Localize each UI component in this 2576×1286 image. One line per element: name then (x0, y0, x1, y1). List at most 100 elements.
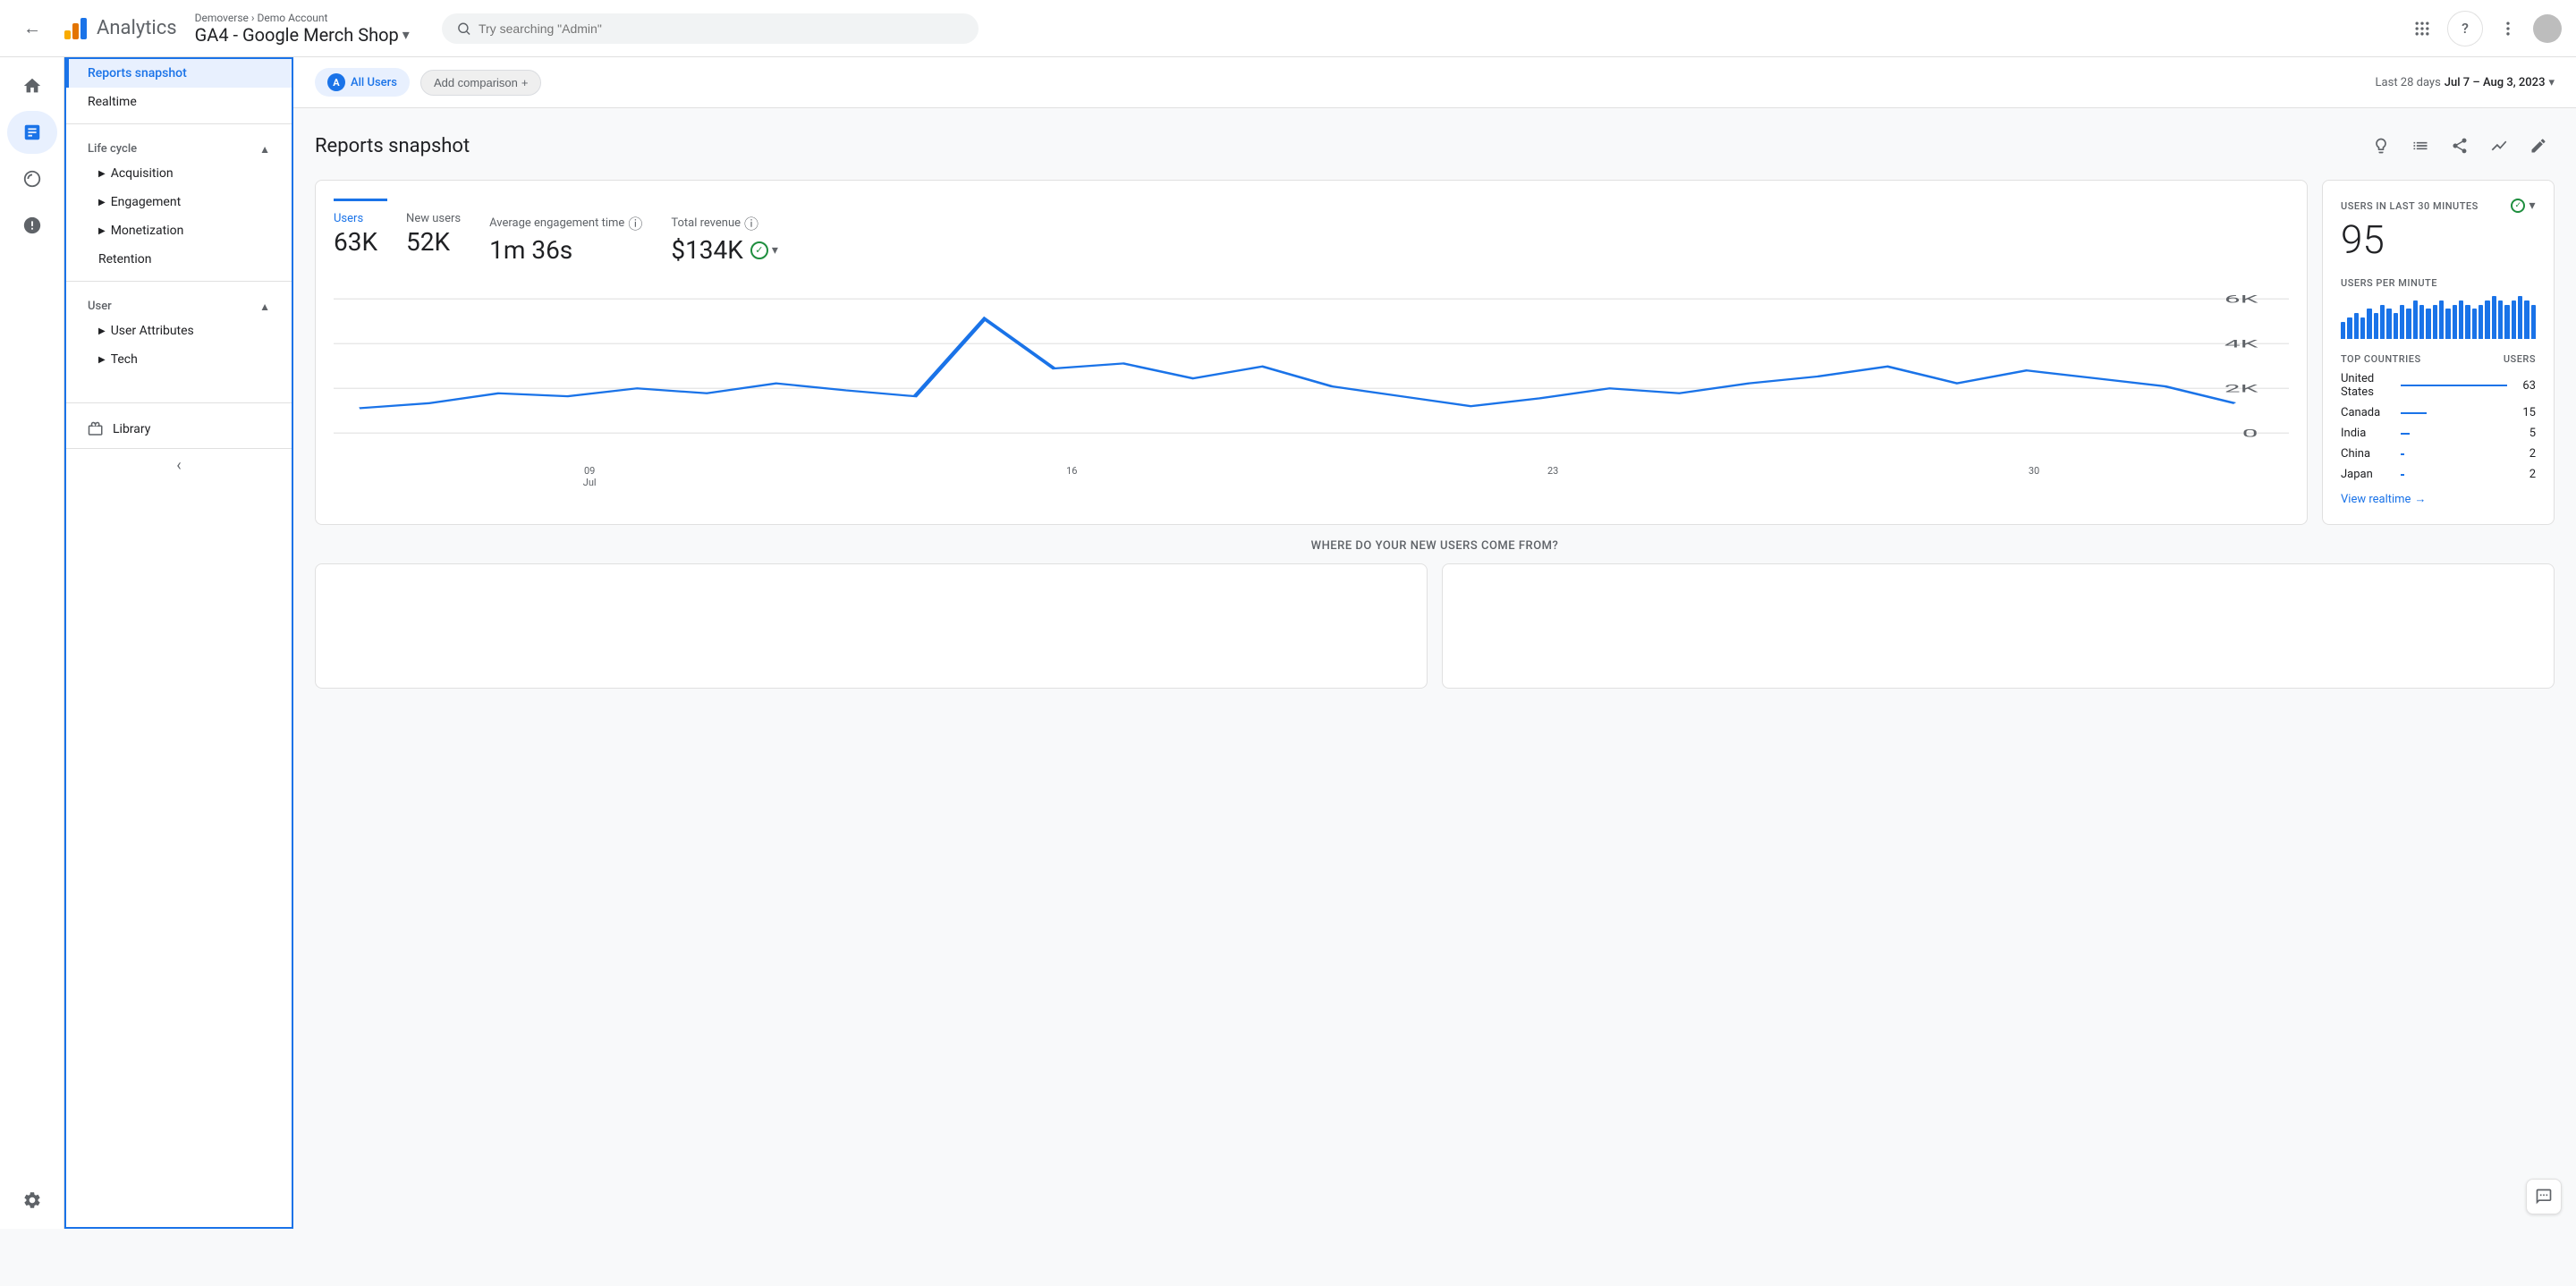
mini-bar-item (2465, 305, 2470, 339)
sidebar-section-lifecycle[interactable]: Life cycle ▲ (66, 131, 292, 159)
avatar[interactable] (2533, 14, 2562, 43)
country-bar (2401, 385, 2507, 386)
mini-bars (2341, 296, 2536, 339)
main-metrics-card: Users 63K New users 52K Average engageme… (315, 180, 2308, 525)
country-name: United States (2341, 372, 2394, 399)
rail-settings[interactable] (7, 1179, 57, 1222)
sidebar-item-tech[interactable]: ▶ Tech (66, 345, 292, 374)
share-button[interactable] (2444, 130, 2476, 162)
mini-bar-item (2512, 300, 2516, 339)
date-range-selector[interactable]: Last 28 days Jul 7 – Aug 3, 2023 ▾ (2376, 76, 2555, 89)
mini-bar-item (2479, 305, 2483, 339)
page-title: Reports snapshot (315, 135, 470, 157)
help-button[interactable]: ? (2447, 11, 2483, 47)
main-content: A All Users Add comparison + Last 28 day… (293, 57, 2576, 1229)
country-row: Canada 15 (2341, 406, 2536, 419)
acquisition-expand-icon: ▶ (98, 169, 106, 179)
mini-bar-item (2485, 300, 2489, 339)
realtime-check-icon: ✓ (2511, 199, 2525, 213)
chart-x-label-23: 23 (1547, 465, 1558, 488)
view-realtime-arrow-icon: → (2414, 492, 2426, 506)
feedback-button[interactable] (2526, 1179, 2562, 1214)
mini-bar-item (2367, 309, 2371, 339)
date-dropdown-icon: ▾ (2548, 76, 2555, 89)
chart-x-label-16: 16 (1066, 465, 1077, 488)
country-name: Japan (2341, 468, 2394, 481)
country-count: 15 (2514, 406, 2536, 419)
rail-explore[interactable] (7, 157, 57, 200)
revenue-dropdown-icon[interactable]: ▾ (772, 243, 778, 258)
green-check-icon: ✓ (750, 241, 768, 259)
users-value: 63K (334, 227, 377, 257)
rail-home[interactable] (7, 64, 57, 107)
sidebar-item-engagement[interactable]: ▶ Engagement (66, 188, 292, 216)
mini-bar-item (2386, 309, 2391, 339)
rail-advertising[interactable] (7, 204, 57, 247)
realtime-dropdown-icon[interactable]: ▾ (2529, 199, 2536, 213)
add-comparison-button[interactable]: Add comparison + (420, 70, 542, 96)
mini-bar-item (2518, 296, 2522, 339)
back-button[interactable]: ← (14, 11, 50, 47)
country-row: United States 63 (2341, 372, 2536, 399)
back-icon: ← (23, 17, 41, 39)
view-realtime-link[interactable]: View realtime → (2341, 492, 2536, 506)
sidebar-section-user[interactable]: User ▲ (66, 289, 292, 317)
svg-text:0: 0 (2242, 427, 2258, 439)
country-count: 2 (2514, 447, 2536, 461)
metrics-row: Users 63K New users 52K Average engageme… (334, 212, 2289, 265)
compare-button[interactable] (2483, 130, 2515, 162)
svg-text:6K: 6K (2224, 292, 2259, 305)
library-icon (88, 421, 104, 437)
apps-button[interactable] (2404, 11, 2440, 47)
reports-header: Reports snapshot (315, 130, 2555, 162)
engagement-value: 1m 36s (489, 235, 642, 265)
all-users-badge-letter: A (327, 73, 345, 91)
sidebar-item-user-attributes[interactable]: ▶ User Attributes (66, 317, 292, 345)
metric-users: Users 63K (334, 212, 377, 265)
svg-text:2K: 2K (2224, 382, 2259, 394)
mini-bar-item (2445, 309, 2450, 339)
new-users-value: 52K (406, 227, 461, 257)
engagement-info-icon[interactable]: ⓘ (628, 212, 642, 233)
revenue-info-icon[interactable]: ⓘ (744, 212, 758, 233)
mini-bar-item (2439, 300, 2444, 339)
sidebar-collapse-button[interactable]: ‹ (66, 448, 292, 482)
customize-button[interactable] (2404, 130, 2436, 162)
country-name: Canada (2341, 406, 2394, 419)
account-selector[interactable]: GA4 - Google Merch Shop ▾ (195, 24, 410, 46)
sidebar-item-reports-snapshot[interactable]: Reports snapshot (66, 59, 292, 88)
reports-content: Reports snapshot (293, 108, 2576, 710)
country-count: 5 (2514, 427, 2536, 440)
sidebar-divider-1 (66, 123, 292, 124)
sidebar: Reports snapshot Realtime Life cycle ▲ ▶… (64, 57, 293, 1229)
sidebar-item-library[interactable]: Library (66, 410, 292, 448)
country-bar-wrap (2401, 474, 2507, 476)
mini-bar-item (2394, 313, 2398, 339)
search-input[interactable] (479, 21, 964, 36)
search-input-wrap[interactable] (442, 13, 979, 44)
mini-bar-item (2406, 309, 2411, 339)
country-bar-wrap (2401, 453, 2507, 455)
mini-bar-item (2419, 305, 2424, 339)
logo-area: Analytics (61, 14, 177, 43)
sidebar-item-retention[interactable]: Retention (66, 245, 292, 274)
country-name: China (2341, 447, 2394, 461)
svg-text:4K: 4K (2224, 337, 2259, 350)
rail-reports[interactable] (7, 111, 57, 154)
insights-button[interactable] (2365, 130, 2397, 162)
sidebar-item-acquisition[interactable]: ▶ Acquisition (66, 159, 292, 188)
more-options-button[interactable] (2490, 11, 2526, 47)
country-row: India 5 (2341, 427, 2536, 440)
new-users-card-2 (1442, 563, 2555, 689)
revenue-status: ✓ ▾ (750, 241, 778, 259)
user-chevron: ▲ (259, 300, 270, 313)
sidebar-item-realtime[interactable]: Realtime (66, 88, 292, 116)
mini-bar-item (2531, 305, 2536, 339)
country-name: India (2341, 427, 2394, 440)
tech-expand-icon: ▶ (98, 355, 106, 365)
mini-bar-item (2498, 300, 2503, 339)
sidebar-item-monetization[interactable]: ▶ Monetization (66, 216, 292, 245)
country-row: Japan 2 (2341, 468, 2536, 481)
edit-button[interactable] (2522, 130, 2555, 162)
all-users-badge[interactable]: A All Users (315, 68, 410, 97)
